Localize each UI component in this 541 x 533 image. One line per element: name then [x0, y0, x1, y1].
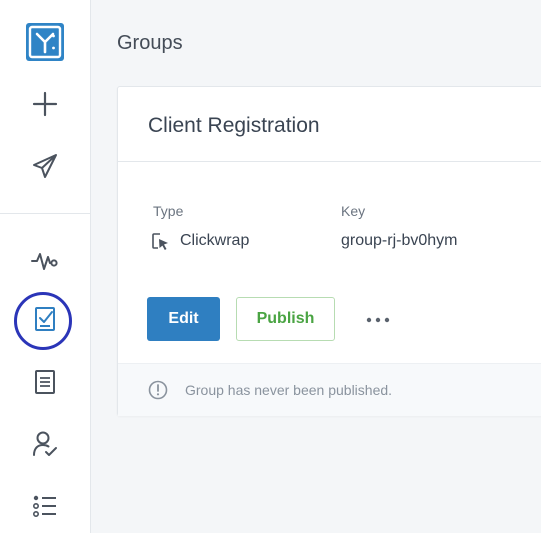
document-icon — [34, 369, 56, 400]
publish-status-text: Group has never been published. — [185, 382, 393, 398]
type-value: Clickwrap — [180, 232, 250, 249]
users-button[interactable] — [20, 421, 70, 471]
cursor-click-icon — [152, 233, 170, 251]
documents-button[interactable] — [20, 359, 70, 409]
ellipsis-icon — [366, 310, 390, 328]
main-content: Groups Client Registration Type Key Clic… — [91, 0, 541, 533]
sidebar-divider — [0, 213, 90, 214]
publish-button[interactable]: Publish — [236, 297, 335, 341]
group-card: Client Registration Type Key Clickwrap g… — [117, 86, 541, 416]
groups-button[interactable] — [20, 296, 70, 346]
checklist-document-icon — [33, 306, 57, 337]
type-label: Type — [153, 203, 184, 219]
create-button[interactable] — [20, 81, 70, 131]
send-button[interactable] — [20, 143, 70, 193]
card-divider — [118, 161, 541, 162]
card-title: Client Registration — [148, 114, 320, 137]
app-logo-icon[interactable] — [25, 22, 65, 62]
list-button[interactable] — [20, 483, 70, 533]
card-footer: Group has never been published. — [118, 363, 541, 416]
page-title: Groups — [117, 32, 183, 54]
key-value: group-rj-bv0hym — [341, 232, 458, 249]
activity-icon — [31, 249, 59, 278]
key-label: Key — [341, 203, 366, 219]
more-options-button[interactable] — [363, 307, 393, 331]
plus-icon — [32, 91, 58, 122]
edit-button[interactable]: Edit — [147, 297, 220, 341]
info-circle-icon — [148, 380, 168, 400]
activity-button[interactable] — [20, 238, 70, 288]
list-icon — [32, 494, 58, 523]
user-check-icon — [32, 430, 58, 463]
paper-plane-icon — [32, 153, 58, 184]
sidebar — [0, 0, 91, 533]
